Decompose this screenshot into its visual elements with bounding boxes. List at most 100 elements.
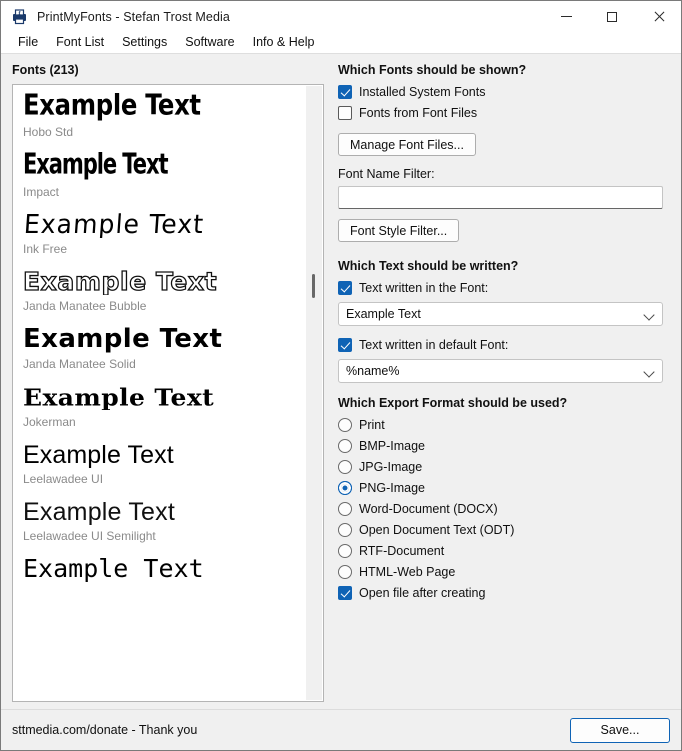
font-sample: Example Text xyxy=(23,268,218,296)
font-name-label: Hobo Std xyxy=(23,125,74,140)
maximize-icon xyxy=(607,11,617,22)
installed-system-fonts-checkbox[interactable] xyxy=(338,85,352,99)
app-window: f PrintMyFonts - Stefan Trost Media File… xyxy=(0,0,682,751)
font-sample: Example Text xyxy=(23,91,201,122)
main-content: Fonts (213) Example Text Hobo Std Exampl… xyxy=(1,54,681,709)
checkbox-row-installed-system-fonts[interactable]: Installed System Fonts xyxy=(338,85,670,99)
text-in-default-font-combobox[interactable]: %name% xyxy=(338,359,663,383)
checkbox-row-fonts-from-font-files[interactable]: Fonts from Font Files xyxy=(338,106,670,120)
menu-bar: File Font List Settings Software Info & … xyxy=(1,32,681,54)
text-in-font-label: Text written in the Font: xyxy=(359,281,489,295)
font-name-label: Leelawadee UI Semilight xyxy=(23,529,156,544)
window-controls xyxy=(543,1,681,32)
font-sample: Example Text xyxy=(23,326,223,354)
print-radio[interactable] xyxy=(338,418,352,432)
radio-row-png-image[interactable]: PNG-Image xyxy=(338,481,670,495)
font-name-filter-label: Font Name Filter: xyxy=(338,167,435,181)
menu-item-font-list[interactable]: Font List xyxy=(47,33,113,52)
fonts-panel: Fonts (213) Example Text Hobo Std Exampl… xyxy=(1,54,333,709)
manage-font-files-button[interactable]: Manage Font Files... xyxy=(338,133,476,156)
fonts-panel-title: Fonts (213) xyxy=(12,63,79,77)
scrollbar-thumb[interactable] xyxy=(312,274,315,298)
radio-row-word-document[interactable]: Word-Document (DOCX) xyxy=(338,502,670,516)
minimize-icon xyxy=(560,16,572,17)
fonts-from-font-files-checkbox[interactable] xyxy=(338,106,352,120)
open-document-text-radio[interactable] xyxy=(338,523,352,537)
list-item[interactable]: Example Text Janda Manatee Bubble xyxy=(23,269,323,313)
html-web-page-radio[interactable] xyxy=(338,565,352,579)
export-format-heading: Which Export Format should be used? xyxy=(338,396,568,410)
radio-row-open-document-text[interactable]: Open Document Text (ODT) xyxy=(338,523,670,537)
font-sample: Example Text xyxy=(23,385,215,411)
save-button[interactable]: Save... xyxy=(570,717,670,743)
text-in-font-checkbox[interactable] xyxy=(338,281,352,295)
chevron-down-icon xyxy=(643,309,655,321)
font-name-label: Ink Free xyxy=(23,241,68,256)
open-file-after-creating-checkbox[interactable] xyxy=(338,586,352,600)
list-item[interactable]: Example Text Janda Manatee Solid xyxy=(23,326,323,371)
rtf-document-label: RTF-Document xyxy=(359,544,445,558)
radio-row-bmp-image[interactable]: BMP-Image xyxy=(338,439,670,453)
font-sample: Example Text xyxy=(23,210,206,238)
word-document-radio[interactable] xyxy=(338,502,352,516)
text-in-font-combobox[interactable]: Example Text xyxy=(338,302,663,326)
bmp-image-label: BMP-Image xyxy=(359,439,425,453)
open-file-after-creating-label: Open file after creating xyxy=(359,586,486,600)
rtf-document-radio[interactable] xyxy=(338,544,352,558)
list-item[interactable]: Example Text Impact xyxy=(23,150,323,199)
checkbox-row-open-file-after-creating[interactable]: Open file after creating xyxy=(338,586,670,600)
title-bar-left: f PrintMyFonts - Stefan Trost Media xyxy=(1,8,230,25)
status-bar: sttmedia.com/donate - Thank you Save... xyxy=(1,709,681,750)
font-sample: Example Text xyxy=(23,150,169,181)
menu-item-software[interactable]: Software xyxy=(176,33,243,52)
font-list-scrollbar[interactable] xyxy=(306,86,322,700)
font-sample: Example Text xyxy=(23,498,176,526)
font-name-filter-input[interactable] xyxy=(338,186,663,209)
radio-row-html-web-page[interactable]: HTML-Web Page xyxy=(338,565,670,579)
minimize-button[interactable] xyxy=(543,1,589,32)
png-image-label: PNG-Image xyxy=(359,481,425,495)
menu-item-settings[interactable]: Settings xyxy=(113,33,176,52)
menu-item-file[interactable]: File xyxy=(9,33,47,52)
list-item[interactable]: Example Text Ink Free xyxy=(23,210,323,256)
options-panel: Which Fonts should be shown? Installed S… xyxy=(333,54,681,709)
font-name-label: Janda Manatee Solid xyxy=(23,357,136,372)
jpg-image-label: JPG-Image xyxy=(359,460,423,474)
close-icon xyxy=(653,11,664,22)
maximize-button[interactable] xyxy=(589,1,635,32)
installed-system-fonts-label: Installed System Fonts xyxy=(359,85,486,99)
font-list-items: Example Text Hobo Std Example Text Impac… xyxy=(13,85,323,701)
menu-item-info-help[interactable]: Info & Help xyxy=(244,33,324,52)
text-in-default-font-value: %name% xyxy=(346,364,400,378)
checkbox-row-text-in-font[interactable]: Text written in the Font: xyxy=(338,281,670,295)
png-image-radio[interactable] xyxy=(338,481,352,495)
html-web-page-label: HTML-Web Page xyxy=(359,565,456,579)
list-item[interactable]: Example Text xyxy=(23,556,323,582)
font-list[interactable]: Example Text Hobo Std Example Text Impac… xyxy=(12,84,324,702)
checkbox-row-text-in-default-font[interactable]: Text written in default Font: xyxy=(338,338,670,352)
print-label: Print xyxy=(359,418,385,432)
list-item[interactable]: Example Text Hobo Std xyxy=(23,91,323,140)
radio-row-rtf-document[interactable]: RTF-Document xyxy=(338,544,670,558)
list-item[interactable]: Example Text Leelawadee UI Semilight xyxy=(23,499,323,543)
radio-row-print[interactable]: Print xyxy=(338,418,670,432)
list-item[interactable]: Example Text Leelawadee UI xyxy=(23,442,323,486)
text-in-default-font-checkbox[interactable] xyxy=(338,338,352,352)
window-title: PrintMyFonts - Stefan Trost Media xyxy=(37,9,230,24)
title-bar: f PrintMyFonts - Stefan Trost Media xyxy=(1,1,681,32)
list-item[interactable]: Example Text Jokerman xyxy=(23,384,323,429)
jpg-image-radio[interactable] xyxy=(338,460,352,474)
radio-row-jpg-image[interactable]: JPG-Image xyxy=(338,460,670,474)
text-in-default-font-label: Text written in default Font: xyxy=(359,338,509,352)
font-sample: Example Text xyxy=(23,556,204,583)
close-button[interactable] xyxy=(635,1,681,32)
font-name-label: Impact xyxy=(23,184,60,199)
font-style-filter-button[interactable]: Font Style Filter... xyxy=(338,219,460,242)
bmp-image-radio[interactable] xyxy=(338,439,352,453)
word-document-label: Word-Document (DOCX) xyxy=(359,502,498,516)
which-fonts-heading: Which Fonts should be shown? xyxy=(338,63,527,77)
text-in-font-value: Example Text xyxy=(346,307,421,321)
font-name-label: Jokerman xyxy=(23,414,76,429)
font-name-label: Janda Manatee Bubble xyxy=(23,299,147,314)
